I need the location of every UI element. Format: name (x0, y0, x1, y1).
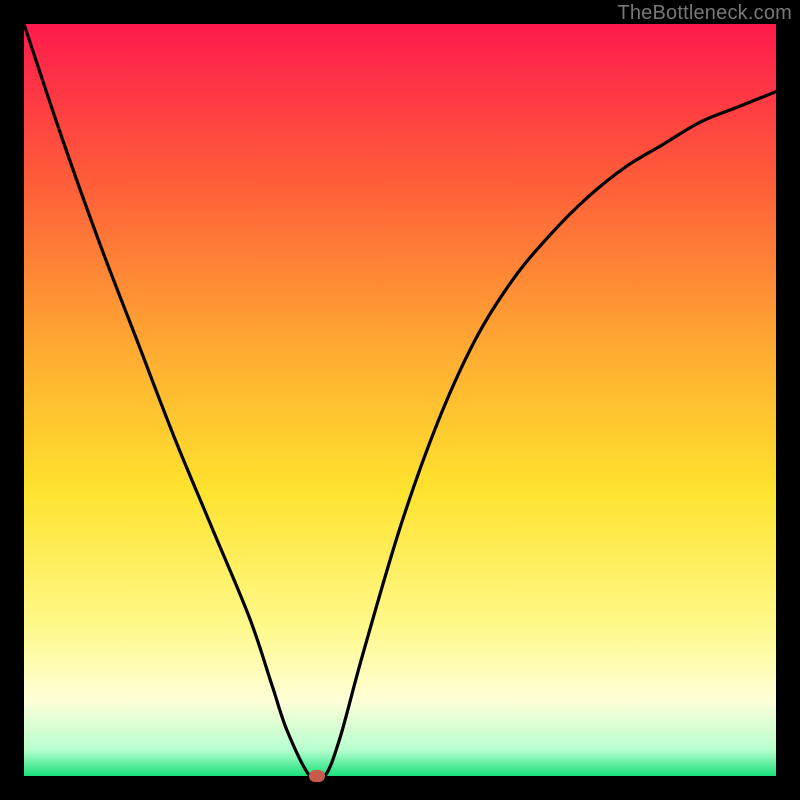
watermark-text: TheBottleneck.com (617, 2, 792, 25)
chart-plot-area (24, 24, 776, 776)
optimum-marker (309, 770, 325, 782)
chart-background (24, 24, 776, 776)
chart-svg (24, 24, 776, 776)
